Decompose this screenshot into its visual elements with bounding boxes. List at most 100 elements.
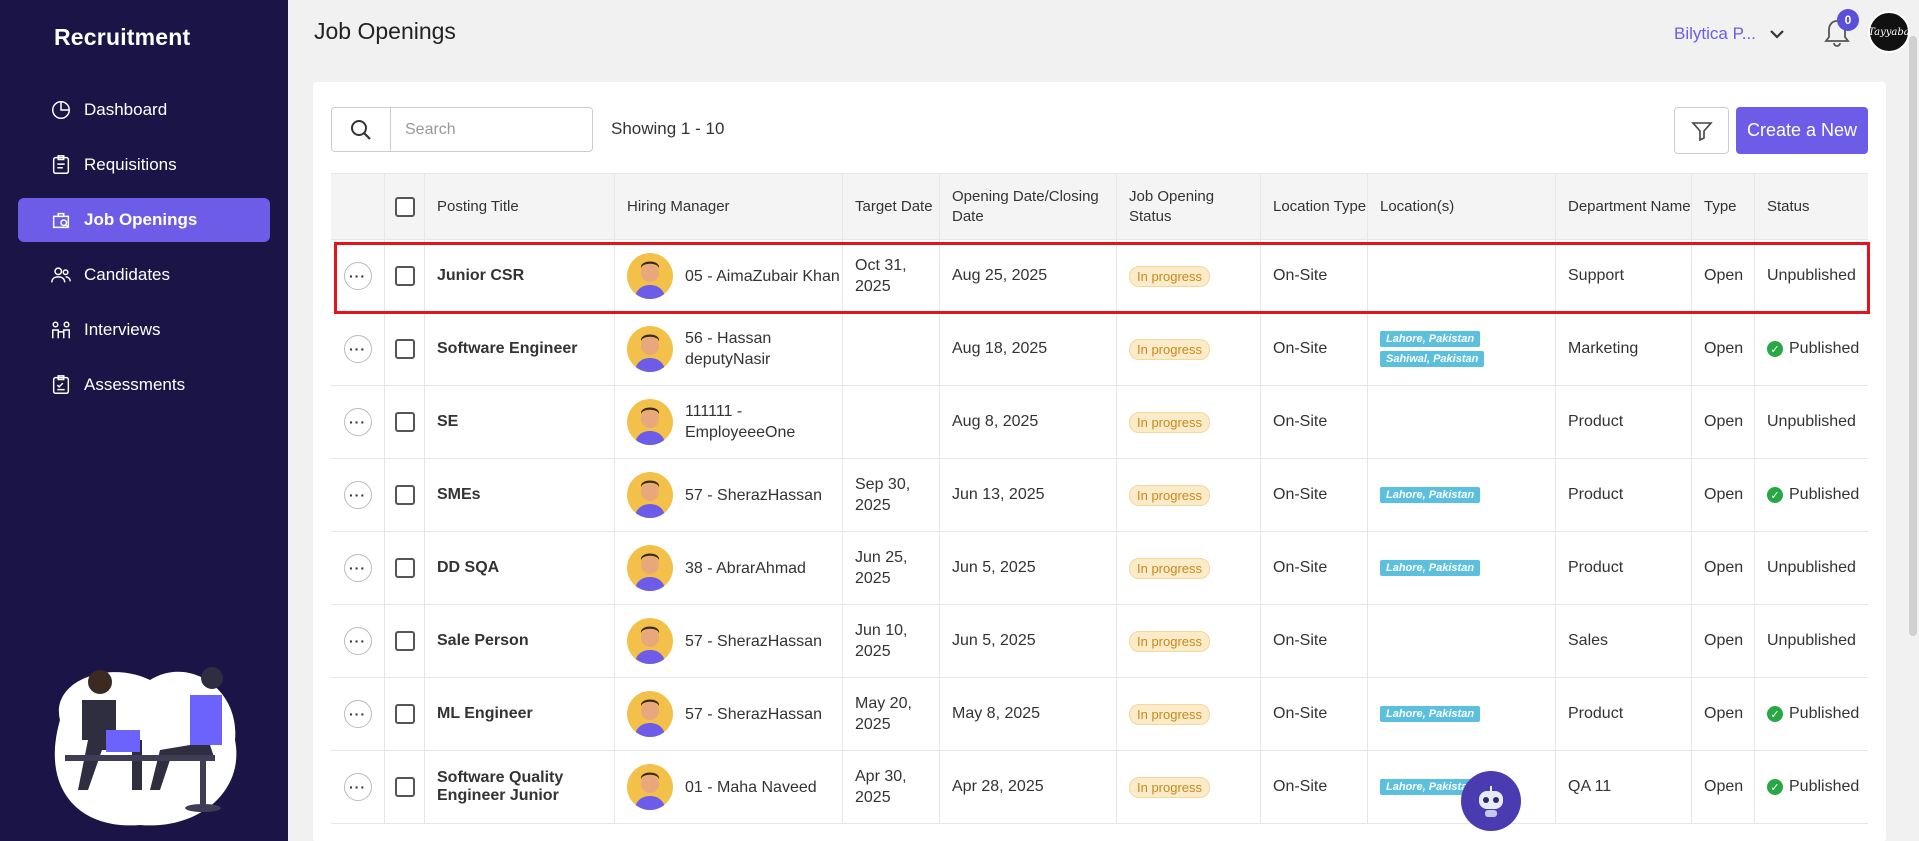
row-actions-cell: ··· [331,605,385,677]
sidebar-item-requisitions[interactable]: Requisitions [18,143,270,187]
department-name: Sales [1556,605,1692,677]
create-new-button[interactable]: Create a New [1736,107,1868,154]
header-target-date[interactable]: Target Date [843,174,940,239]
table-row[interactable]: ··· SMEs 57 - SherazHassan Sep 30, 2025 Jun … [331,459,1868,532]
posting-title[interactable]: SMEs [425,459,615,531]
table-row[interactable]: ··· Sale Person 57 - SherazHassan Jun 10, 2… [331,605,1868,678]
row-select-cell [385,459,425,531]
opening-date: Jun 13, 2025 [940,459,1117,531]
table-row[interactable]: ··· Junior CSR 05 - AimaZubair Khan Oct 31,… [331,240,1868,313]
header-posting-title[interactable]: Posting Title [425,174,615,239]
header-job-opening-status[interactable]: Job Opening Status [1117,174,1261,239]
sidebar-item-interviews[interactable]: Interviews [18,308,270,352]
more-options-button[interactable]: ··· [343,773,372,801]
header-department[interactable]: Department Name [1556,174,1692,239]
more-options-button[interactable]: ··· [343,481,372,509]
more-options-button[interactable]: ··· [343,262,372,290]
more-options-button[interactable]: ··· [343,335,372,363]
row-select-cell [385,678,425,750]
table-row[interactable]: ··· Software Engineer 56 - Hassan deputyNa… [331,313,1868,386]
row-checkbox[interactable] [394,558,415,578]
department-name: Marketing [1556,313,1692,385]
job-status-cell: In progress [1117,386,1261,458]
locations-cell: Lahore, Pakistan [1368,532,1556,604]
select-all-checkbox[interactable] [394,196,415,217]
posting-title[interactable]: Software Engineer [425,313,615,385]
search-button[interactable] [331,107,391,152]
target-date: Apr 30, 2025 [843,751,940,823]
publish-status-cell: Unpublished [1755,605,1868,677]
sidebar-nav: Dashboard Requisitions Job Openings Cand… [18,88,270,418]
avatar [627,618,673,664]
org-selector[interactable]: Bilytica P... [1674,24,1784,44]
hiring-manager-cell: 01 - Maha Naveed [615,751,843,823]
publish-status-label: Published [1789,340,1860,357]
avatar [627,691,673,737]
sidebar-item-label: Assessments [84,375,186,394]
publish-status-cell: Unpublished [1755,240,1868,312]
publish-status-cell: Unpublished [1755,386,1868,458]
posting-title[interactable]: ML Engineer [425,678,615,750]
publish-status: Unpublished [1767,632,1856,650]
more-options-button[interactable]: ··· [343,627,372,655]
check-circle-icon: ✓ [1767,706,1783,722]
location-type: On-Site [1261,532,1368,604]
header-type[interactable]: Type [1692,174,1755,239]
more-options-button[interactable]: ··· [343,700,372,728]
sidebar-item-job-openings[interactable]: Job Openings [18,198,270,242]
filter-button[interactable] [1674,107,1729,154]
posting-title[interactable]: DD SQA [425,532,615,604]
posting-title[interactable]: Junior CSR [425,240,615,312]
table-row[interactable]: ··· ML Engineer 57 - SherazHassan May 20, 2… [331,678,1868,751]
row-select-cell [385,386,425,458]
table-row[interactable]: ··· Software Quality Engineer Junior 01 - … [331,751,1868,824]
avatar [627,326,673,372]
sidebar-item-assessments[interactable]: Assessments [18,363,270,407]
posting-title[interactable]: Software Quality Engineer Junior [425,751,615,823]
job-status-cell: In progress [1117,240,1261,312]
publish-status-cell: ✓ Published [1755,678,1868,750]
posting-title[interactable]: Sale Person [425,605,615,677]
sidebar-item-candidates[interactable]: Candidates [18,253,270,297]
publish-status-label: Published [1789,778,1860,795]
target-date [843,386,940,458]
locations-cell [1368,605,1556,677]
search-input[interactable] [390,107,593,152]
avatar [627,764,673,810]
row-checkbox[interactable] [394,631,415,651]
sidebar-item-label: Candidates [84,265,171,284]
sidebar-item-label: Requisitions [84,155,177,174]
check-circle-icon: ✓ [1767,779,1783,795]
chatbot-button[interactable] [1461,771,1521,831]
header-opening-date[interactable]: Opening Date/Closing Date [940,174,1117,239]
publish-status: Unpublished [1767,267,1856,285]
hiring-manager-name: 57 - SherazHassan [685,632,822,650]
row-checkbox[interactable] [394,704,415,724]
more-options-button[interactable]: ··· [343,408,372,436]
location-type: On-Site [1261,386,1368,458]
posting-title[interactable]: SE [425,386,615,458]
header-locations[interactable]: Location(s) [1368,174,1556,239]
row-checkbox[interactable] [394,339,415,359]
more-options-button[interactable]: ··· [343,554,372,582]
opening-date: Jun 5, 2025 [940,605,1117,677]
row-checkbox[interactable] [394,485,415,505]
row-checkbox[interactable] [394,412,415,432]
header-hiring-manager[interactable]: Hiring Manager [615,174,843,239]
page-scrollbar[interactable] [1909,36,1917,636]
check-circle-icon: ✓ [1767,487,1783,503]
row-select-cell [385,751,425,823]
locations-cell: Lahore, Pakistan [1368,459,1556,531]
header-status[interactable]: Status [1755,174,1868,239]
publish-status-label: Published [1789,705,1860,722]
table-row[interactable]: ··· DD SQA 38 - AbrarAhmad Jun 25, 2025 Jun … [331,532,1868,605]
header-locations-label: Location(s) [1380,197,1455,215]
row-checkbox[interactable] [394,266,415,286]
user-avatar[interactable]: Tayyaba [1868,11,1910,53]
sidebar-item-dashboard[interactable]: Dashboard [18,88,270,132]
header-location-type[interactable]: Location Type [1261,174,1368,239]
table-row[interactable]: ··· SE 111111 - EmployeeeOne Aug 8, 2025 In … [331,386,1868,459]
row-checkbox[interactable] [394,777,415,797]
pagination-summary: Showing 1 - 10 [611,119,725,138]
sidebar: Recruitment Dashboard Requisitions Job O… [0,0,288,841]
